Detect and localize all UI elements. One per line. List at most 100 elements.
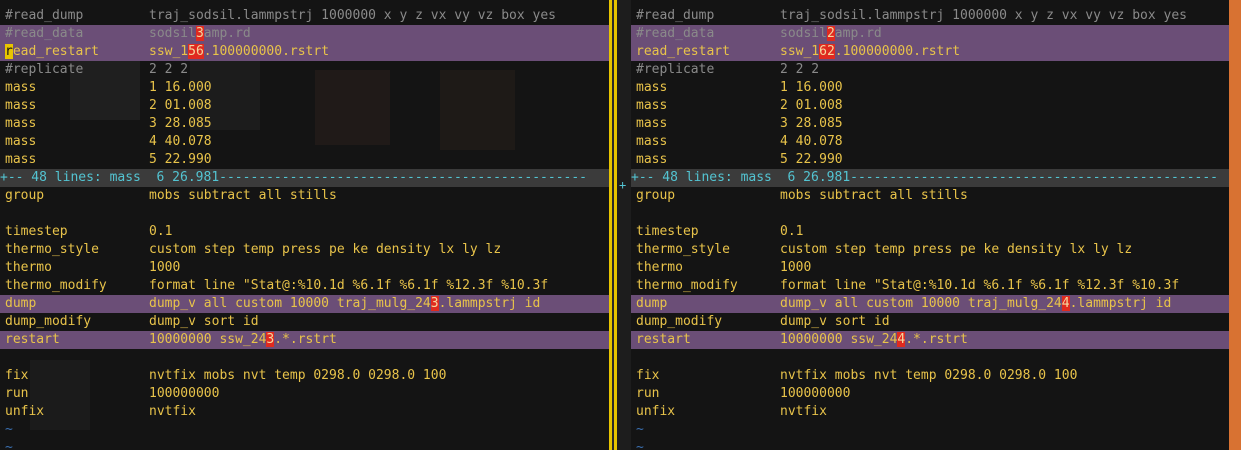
left-line-14[interactable]: thermo_style custom step temp press pe ke… (0, 241, 609, 259)
right-code-lines: #read_dump traj_sodsil.lammpstrj 1000000 … (631, 7, 1229, 450)
line-keyword: thermo_modify (636, 278, 738, 293)
line-value: dump_v sort id (149, 313, 259, 331)
right-line-21[interactable]: fix nvtfix mobs nvt temp 0298.0 0298.0 10… (631, 367, 1229, 385)
value-seg: mobs subtract all stills (780, 188, 968, 203)
right-line-24[interactable]: ~ (631, 421, 1229, 439)
left-line-7[interactable]: mass 3 28.085 (0, 115, 609, 133)
line-value: 2 01.008 (149, 97, 212, 115)
line-value: 1 16.000 (780, 79, 843, 97)
line-value: 2 2 2 (149, 61, 188, 79)
right-line-20[interactable] (631, 349, 1229, 367)
line-keyword: thermo_style (5, 242, 99, 257)
right-line-12[interactable] (631, 205, 1229, 223)
left-line-22[interactable]: run 100000000 (0, 385, 609, 403)
line-keyword: +-- 48 lines: mass 6 26.981-------------… (631, 170, 1218, 185)
left-line-5[interactable]: mass 1 16.000 (0, 79, 609, 97)
right-line-13[interactable]: timestep 0.1 (631, 223, 1229, 241)
right-line-15[interactable]: thermo 1000 (631, 259, 1229, 277)
line-value: dump_v sort id (780, 313, 890, 331)
line-keyword: mass (636, 98, 668, 113)
right-line-19[interactable]: restart 10000000 ssw_244.*.rstrt (631, 331, 1229, 349)
diff-pane-left[interactable]: #read_dump traj_sodsil.lammpstrj 1000000 … (0, 0, 609, 450)
line-value: sodsil3amp.rd (149, 25, 251, 43)
left-line-20[interactable] (0, 349, 609, 367)
value-seg: 1000 (149, 260, 181, 275)
right-line-18[interactable]: dump_modify dump_v sort id (631, 313, 1229, 331)
line-keyword: mass (636, 80, 668, 95)
line-value: 2 01.008 (780, 97, 843, 115)
right-line-9[interactable]: mass 5 22.990 (631, 151, 1229, 169)
line-value: 1000 (780, 259, 811, 277)
value-seg: .100000000.rstrt (834, 44, 961, 59)
left-line-13[interactable]: timestep 0.1 (0, 223, 609, 241)
line-keyword: #replicate (636, 62, 715, 77)
left-line-21[interactable]: fix nvtfix mobs nvt temp 0298.0 0298.0 10… (0, 367, 609, 385)
line-value: 5 22.990 (780, 151, 843, 169)
line-keyword: dump_modify (5, 314, 92, 329)
left-line-23[interactable]: unfix nvtfix (0, 403, 609, 421)
line-keyword: +-- 48 lines: mass 6 26.981-------------… (0, 170, 587, 185)
left-line-17[interactable]: dump dump_v all custom 10000 traj_mulg_24… (0, 295, 609, 313)
right-line-1[interactable]: #read_dump traj_sodsil.lammpstrj 1000000 … (631, 7, 1229, 25)
left-line-9[interactable]: mass 5 22.990 (0, 151, 609, 169)
left-line-19[interactable]: restart 10000000 ssw_243.*.rstrt (0, 331, 609, 349)
value-seg: 3 28.085 (149, 116, 212, 131)
line-keyword: ~ (5, 440, 13, 450)
right-line-17[interactable]: dump dump_v all custom 10000 traj_mulg_24… (631, 295, 1229, 313)
right-line-25[interactable]: ~ (631, 439, 1229, 450)
line-keyword: group (5, 188, 45, 203)
left-line-18[interactable]: dump_modify dump_v sort id (0, 313, 609, 331)
value-seg: sodsil (149, 26, 196, 41)
left-line-24[interactable]: ~ (0, 421, 609, 439)
value-seg: 0.1 (149, 224, 173, 239)
value-seg: traj_sodsil.lammpstrj 1000000 x y z vx v… (149, 8, 556, 23)
right-line-5[interactable]: mass 1 16.000 (631, 79, 1229, 97)
left-line-2[interactable]: #read_data sodsil3amp.rd (0, 25, 609, 43)
left-line-3[interactable]: read_restart ssw_156.100000000.rstrt (0, 43, 609, 61)
fold-gutter (617, 0, 631, 450)
right-line-4[interactable]: #replicate 2 2 2 (631, 61, 1229, 79)
line-value: mobs subtract all stills (780, 187, 968, 205)
right-line-3[interactable]: read_restart ssw_162.100000000.rstrt (631, 43, 1229, 61)
diff-change-highlight: 62 (819, 44, 835, 59)
value-seg: 2 2 2 (149, 62, 189, 77)
line-value: 4 40.078 (780, 133, 843, 151)
right-line-23[interactable]: unfix nvtfix (631, 403, 1229, 421)
right-line-7[interactable]: mass 3 28.085 (631, 115, 1229, 133)
left-line-11[interactable]: group mobs subtract all stills (0, 187, 609, 205)
left-code-lines: #read_dump traj_sodsil.lammpstrj 1000000 … (0, 7, 609, 450)
right-line-8[interactable]: mass 4 40.078 (631, 133, 1229, 151)
right-line-6[interactable]: mass 2 01.008 (631, 97, 1229, 115)
left-line-12[interactable] (0, 205, 609, 223)
line-keyword: run (5, 386, 29, 401)
line-value: 3 28.085 (149, 115, 212, 133)
value-seg: nvtfix mobs nvt temp 0298.0 0298.0 100 (780, 368, 1078, 383)
left-line-4[interactable]: #replicate 2 2 2 (0, 61, 609, 79)
value-seg: traj_sodsil.lammpstrj 1000000 x y z vx v… (780, 8, 1187, 23)
line-value: sodsil2amp.rd (780, 25, 882, 43)
line-value: 0.1 (149, 223, 172, 241)
left-line-1[interactable]: #read_dump traj_sodsil.lammpstrj 1000000 … (0, 7, 609, 25)
right-line-16[interactable]: thermo_modify format line "Stat@:%10.1d %… (631, 277, 1229, 295)
diff-pane-right[interactable]: #read_dump traj_sodsil.lammpstrj 1000000 … (631, 0, 1229, 450)
left-line-10[interactable]: +-- 48 lines: mass 6 26.981-------------… (0, 169, 609, 187)
right-line-2[interactable]: #read_data sodsil2amp.rd (631, 25, 1229, 43)
right-line-22[interactable]: run 100000000 (631, 385, 1229, 403)
value-seg: format line "Stat@:%10.1d %6.1f %6.1f %1… (780, 278, 1180, 293)
line-value: 4 40.078 (149, 133, 212, 151)
line-keyword: mass (636, 116, 668, 131)
left-line-8[interactable]: mass 4 40.078 (0, 133, 609, 151)
left-line-16[interactable]: thermo_modify format line "Stat@:%10.1d %… (0, 277, 609, 295)
left-line-15[interactable]: thermo 1000 (0, 259, 609, 277)
right-line-10[interactable]: +-- 48 lines: mass 6 26.981-------------… (631, 169, 1229, 187)
line-value: 10000000 ssw_244.*.rstrt (780, 331, 968, 349)
left-line-25[interactable]: ~ (0, 439, 609, 450)
diff-change-highlight: 3 (195, 26, 204, 41)
right-line-11[interactable]: group mobs subtract all stills (631, 187, 1229, 205)
line-keyword: mass (5, 98, 37, 113)
left-line-6[interactable]: mass 2 01.008 (0, 97, 609, 115)
right-line-14[interactable]: thermo_style custom step temp press pe ke… (631, 241, 1229, 259)
line-keyword: mass (636, 134, 668, 149)
value-seg: dump_v all custom 10000 traj_mulg_24 (149, 296, 431, 311)
line-value: 3 28.085 (780, 115, 843, 133)
